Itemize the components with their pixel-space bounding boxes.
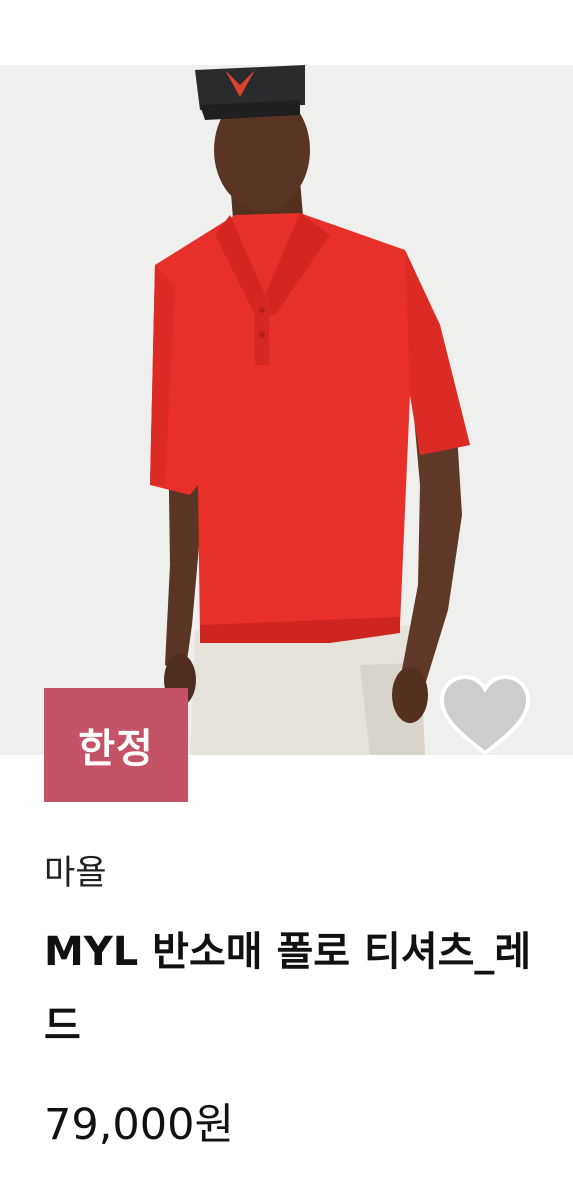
limited-badge: 한정 <box>44 688 188 802</box>
product-card[interactable]: 한정 마욜 MYL 반소매 폴로 티셔츠_레드 79,000원 <box>0 0 573 1200</box>
wishlist-button[interactable] <box>436 673 534 755</box>
product-image[interactable] <box>0 65 573 755</box>
product-title[interactable]: MYL 반소매 폴로 티셔츠_레드 <box>44 915 544 1063</box>
brand-name[interactable]: 마욜 <box>44 845 107 894</box>
model-photo <box>0 65 573 755</box>
product-price: 79,000원 <box>44 1100 235 1150</box>
heart-icon <box>439 674 531 755</box>
